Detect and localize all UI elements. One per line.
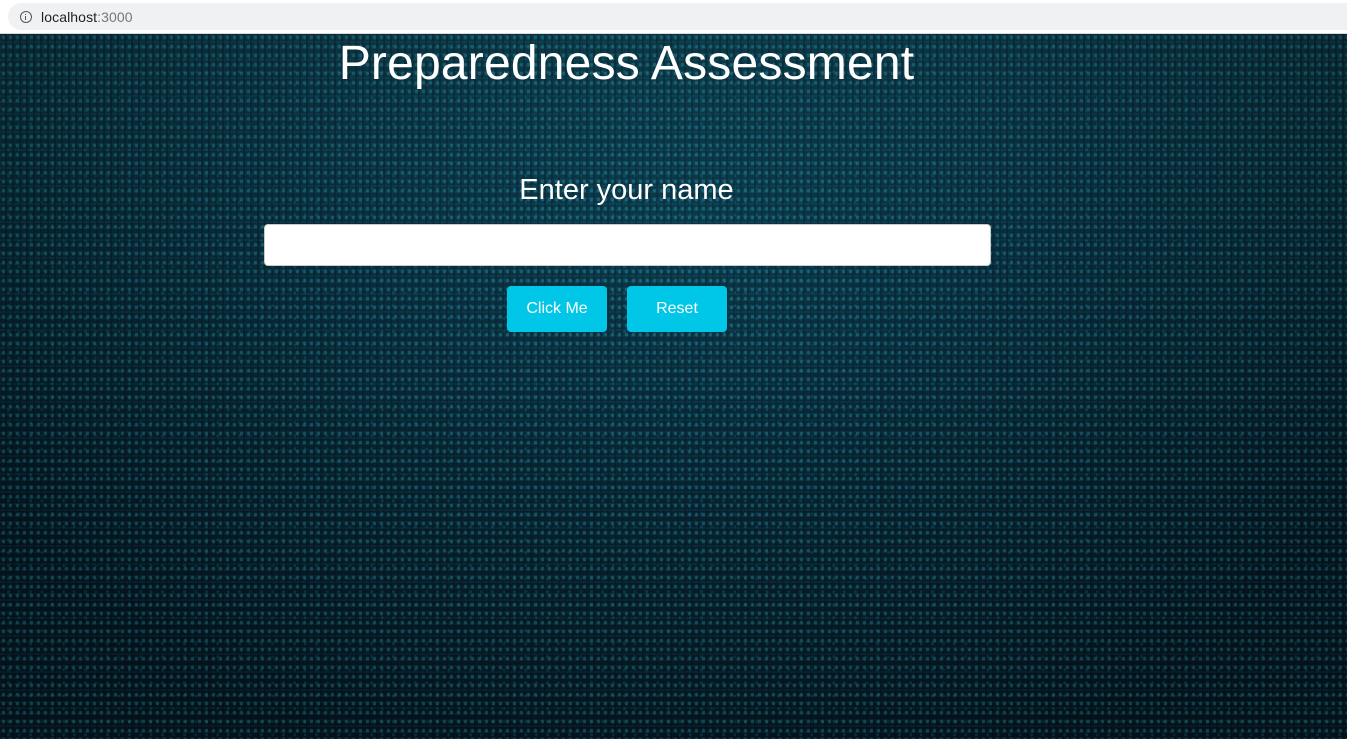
address-bar[interactable]: localhost:3000 xyxy=(8,3,1347,30)
url-port: :3000 xyxy=(97,8,133,25)
url-host: localhost xyxy=(41,8,98,25)
click-me-button[interactable]: Click Me xyxy=(507,286,607,332)
url-text: localhost:3000 xyxy=(41,9,133,25)
name-input[interactable] xyxy=(264,224,991,266)
page-title: Preparedness Assessment xyxy=(338,37,915,90)
reset-button[interactable]: Reset xyxy=(627,286,727,332)
page-content: Preparedness Assessment Enter your name … xyxy=(0,34,1347,739)
info-icon[interactable] xyxy=(20,10,32,23)
name-label: Enter your name xyxy=(519,174,734,206)
browser-toolbar: localhost:3000 xyxy=(0,0,1347,34)
